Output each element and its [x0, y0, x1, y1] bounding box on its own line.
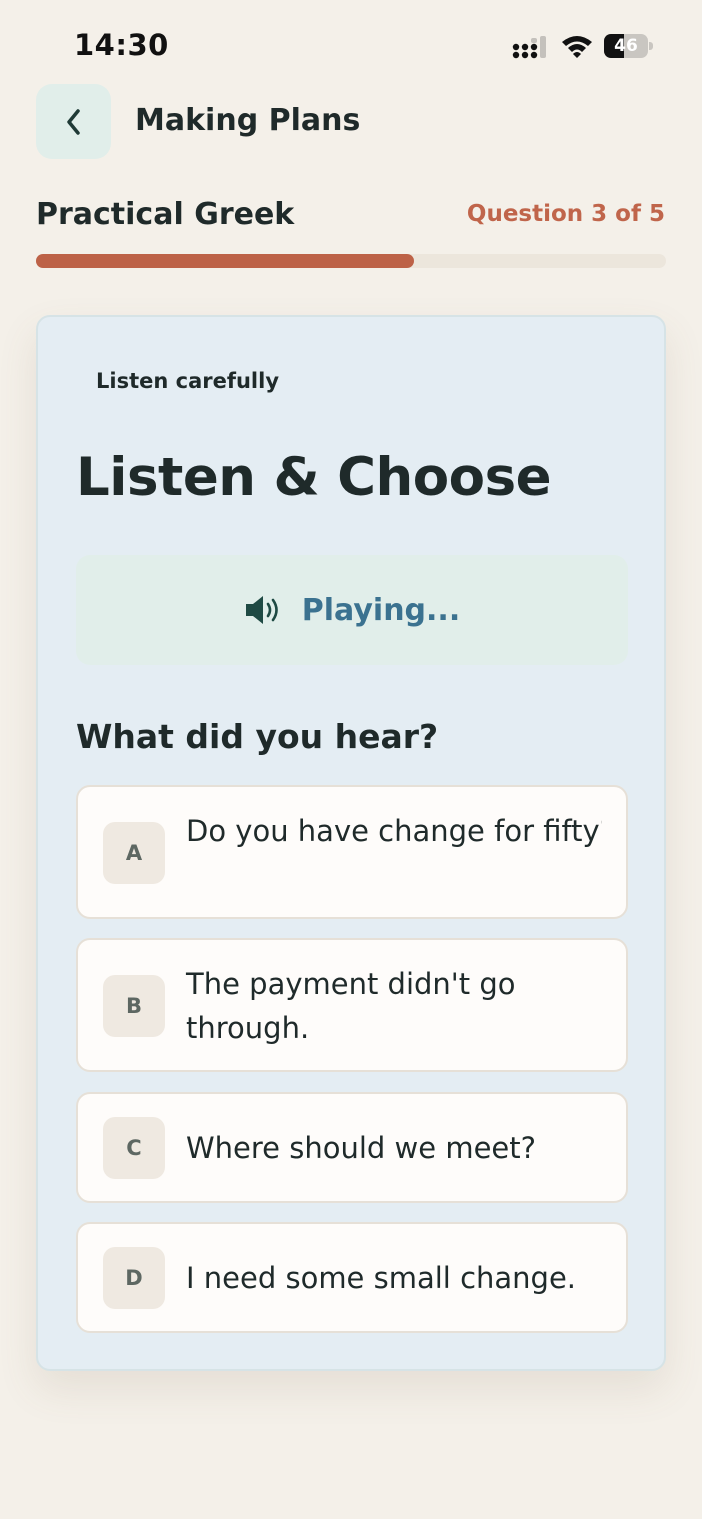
option-letter: B: [103, 975, 165, 1037]
battery-cap: [649, 42, 653, 50]
question-counter: Question 3 of 5: [466, 201, 665, 227]
option-a[interactable]: A Do you have change for fifty?: [76, 785, 628, 919]
audio-status: Playing...: [301, 592, 461, 628]
option-letter: A: [103, 822, 165, 884]
battery-body: 46: [604, 34, 648, 58]
exercise-card: Listen carefully Listen & Choose Playing…: [36, 315, 666, 1371]
option-text: Do you have change for fifty?: [186, 814, 602, 848]
option-text: I need some small change.: [186, 1261, 577, 1295]
progress-bar: [36, 254, 666, 268]
option-text: Where should we meet?: [186, 1131, 537, 1165]
option-letter: D: [103, 1247, 165, 1309]
wifi-icon: [562, 36, 592, 58]
audio-play-button[interactable]: Playing...: [76, 555, 628, 665]
option-text: The payment didn't go through.: [186, 967, 516, 1045]
chevron-left-icon: [66, 108, 80, 135]
back-button[interactable]: [36, 84, 111, 159]
battery-icon: 46: [604, 34, 653, 58]
option-c[interactable]: C Where should we meet?: [76, 1092, 628, 1203]
status-bar: 14:30 46: [0, 0, 702, 90]
option-b[interactable]: B The payment didn't go through.: [76, 938, 628, 1072]
page-title: Making Plans: [135, 103, 361, 138]
exercise-title: Listen & Choose: [76, 447, 552, 508]
progress-fill: [36, 254, 414, 268]
instruction-label: Listen carefully: [96, 369, 280, 393]
question-prompt: What did you hear?: [76, 717, 439, 756]
course-title: Practical Greek: [36, 197, 295, 232]
option-d[interactable]: D I need some small change.: [76, 1222, 628, 1333]
signal-icon: [512, 36, 546, 59]
option-letter: C: [103, 1117, 165, 1179]
status-time: 14:30: [74, 28, 169, 62]
speaker-icon: [245, 596, 278, 624]
battery-level: 46: [614, 36, 638, 56]
